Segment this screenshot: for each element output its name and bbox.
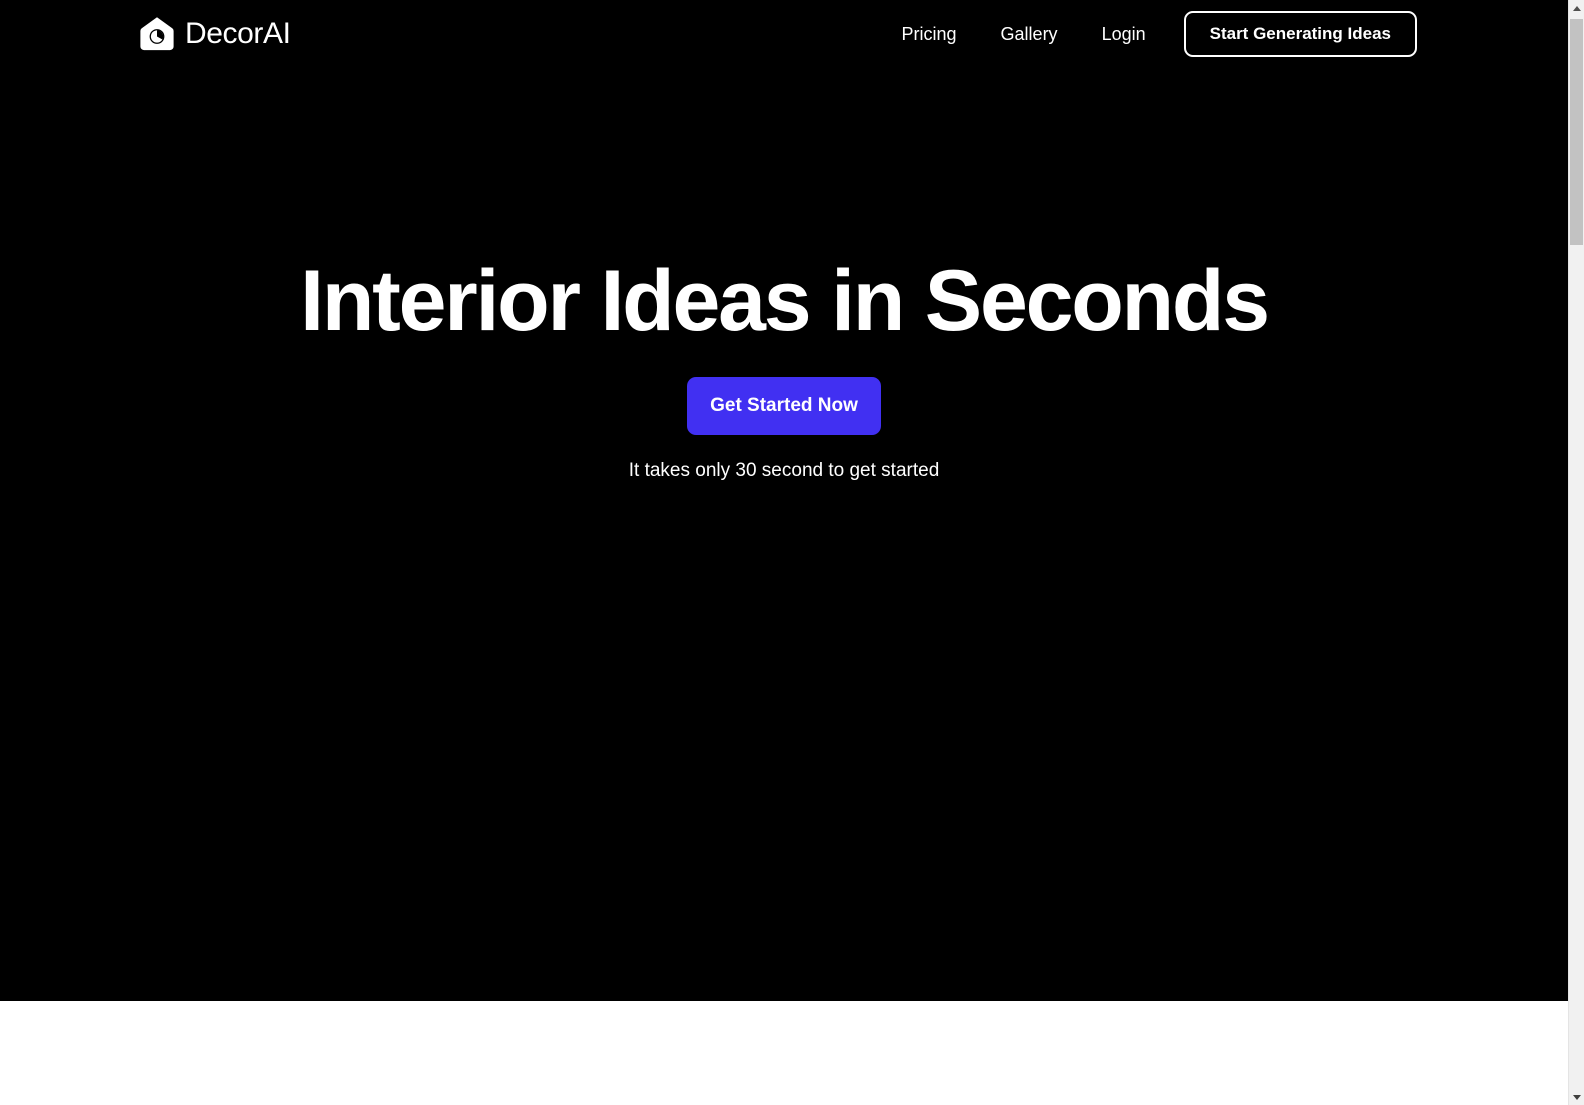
nav-link-gallery[interactable]: Gallery [979, 11, 1080, 57]
hero-cta-container: Get Started Now [0, 377, 1568, 435]
get-started-now-button[interactable]: Get Started Now [687, 377, 881, 435]
main-nav: Pricing Gallery Login Start Generating I… [880, 11, 1417, 57]
brand-logo[interactable]: DecorAI [138, 15, 291, 53]
house-clock-icon [138, 15, 176, 53]
scroll-thumb[interactable] [1570, 19, 1583, 245]
nav-link-login[interactable]: Login [1080, 11, 1168, 57]
scroll-up-arrow[interactable] [1569, 0, 1584, 16]
triangle-down-icon [1572, 1094, 1581, 1100]
brand-name: DecorAI [185, 17, 291, 50]
hero-subtext: It takes only 30 second to get started [628, 460, 940, 481]
site-header: DecorAI Pricing Gallery Login Start Gene… [0, 0, 1568, 68]
browser-viewport: DecorAI Pricing Gallery Login Start Gene… [0, 0, 1584, 1105]
triangle-up-icon [1572, 5, 1581, 11]
vertical-scrollbar[interactable] [1568, 0, 1584, 1105]
hero-page: DecorAI Pricing Gallery Login Start Gene… [0, 0, 1568, 1001]
nav-link-pricing[interactable]: Pricing [880, 11, 979, 57]
start-generating-ideas-button[interactable]: Start Generating Ideas [1183, 11, 1417, 57]
page-title: Interior Ideas in Seconds [300, 253, 1270, 349]
scroll-down-arrow[interactable] [1569, 1089, 1584, 1105]
